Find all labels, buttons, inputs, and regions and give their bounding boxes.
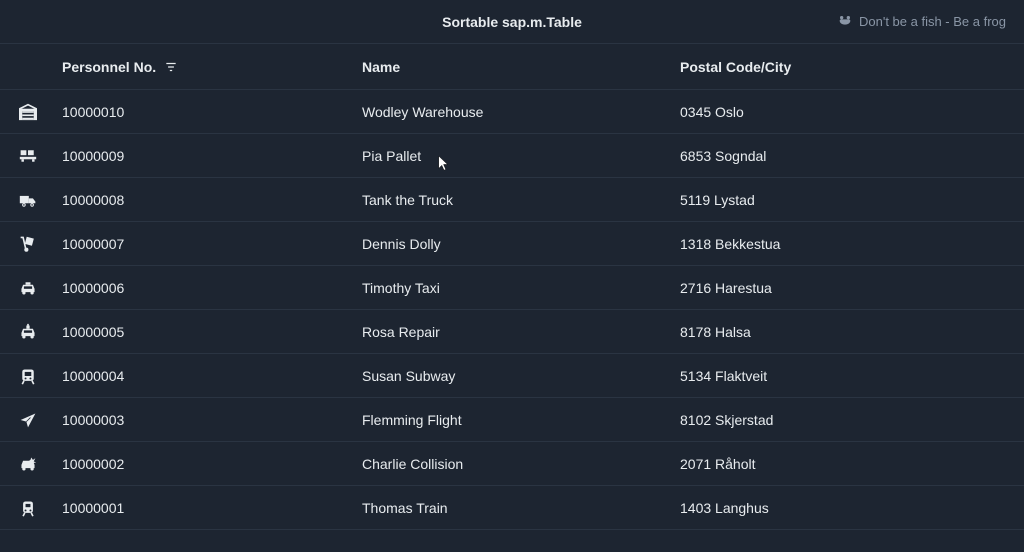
tagline-text: Don't be a fish - Be a frog [859,14,1006,29]
cell-personnel: 10000005 [62,324,362,340]
cell-personnel: 10000001 [62,500,362,516]
cell-name: Wodley Warehouse [362,104,680,120]
column-label: Personnel No. [62,59,156,75]
column-header-personnel[interactable]: Personnel No. [62,59,362,75]
flight-icon [18,411,62,429]
sort-descending-icon [164,60,178,74]
cell-name: Charlie Collision [362,456,680,472]
tagline: Don't be a fish - Be a frog [837,12,1006,31]
cell-name: Tank the Truck [362,192,680,208]
data-table: Personnel No. Name Postal Code/City 1000… [0,44,1024,530]
table-header-row: Personnel No. Name Postal Code/City [0,44,1024,90]
cell-name: Thomas Train [362,500,680,516]
header: Sortable sap.m.Table Don't be a fish - B… [0,0,1024,44]
warehouse-icon [18,103,62,121]
cell-postal: 2716 Harestua [680,280,1006,296]
pallet-icon [18,147,62,165]
cell-postal: 2071 Råholt [680,456,1006,472]
frog-icon [837,12,853,31]
table-row[interactable]: 10000001Thomas Train1403 Langhus [0,486,1024,530]
page-title: Sortable sap.m.Table [442,14,582,30]
column-header-name[interactable]: Name [362,59,680,75]
cell-postal: 8178 Halsa [680,324,1006,340]
repair-icon [18,323,62,341]
table-row[interactable]: 10000006Timothy Taxi2716 Harestua [0,266,1024,310]
cell-postal: 6853 Sogndal [680,148,1006,164]
cell-name: Pia Pallet [362,148,680,164]
subway-icon [18,367,62,385]
cell-name: Timothy Taxi [362,280,680,296]
cell-name: Flemming Flight [362,412,680,428]
table-row[interactable]: 10000003Flemming Flight8102 Skjerstad [0,398,1024,442]
cell-postal: 1318 Bekkestua [680,236,1006,252]
table-row[interactable]: 10000010Wodley Warehouse0345 Oslo [0,90,1024,134]
cell-name: Dennis Dolly [362,236,680,252]
column-label: Postal Code/City [680,59,791,75]
table-row[interactable]: 10000007Dennis Dolly1318 Bekkestua [0,222,1024,266]
table-row[interactable]: 10000009Pia Pallet6853 Sogndal [0,134,1024,178]
truck-icon [18,191,62,209]
cell-postal: 0345 Oslo [680,104,1006,120]
cell-personnel: 10000010 [62,104,362,120]
cell-personnel: 10000003 [62,412,362,428]
cell-postal: 5119 Lystad [680,192,1006,208]
dolly-icon [18,235,62,253]
column-label: Name [362,59,400,75]
table-row[interactable]: 10000002Charlie Collision2071 Råholt [0,442,1024,486]
table-row[interactable]: 10000008Tank the Truck5119 Lystad [0,178,1024,222]
cell-postal: 8102 Skjerstad [680,412,1006,428]
column-header-postal[interactable]: Postal Code/City [680,59,1006,75]
collision-icon [18,455,62,473]
cell-personnel: 10000006 [62,280,362,296]
cell-name: Susan Subway [362,368,680,384]
cell-personnel: 10000002 [62,456,362,472]
taxi-icon [18,279,62,297]
cell-personnel: 10000007 [62,236,362,252]
cell-personnel: 10000004 [62,368,362,384]
cell-personnel: 10000009 [62,148,362,164]
cell-personnel: 10000008 [62,192,362,208]
cell-name: Rosa Repair [362,324,680,340]
table-row[interactable]: 10000005Rosa Repair8178 Halsa [0,310,1024,354]
table-body: 10000010Wodley Warehouse0345 Oslo1000000… [0,90,1024,530]
cell-postal: 1403 Langhus [680,500,1006,516]
cell-postal: 5134 Flaktveit [680,368,1006,384]
table-row[interactable]: 10000004Susan Subway5134 Flaktveit [0,354,1024,398]
train-icon [18,499,62,517]
